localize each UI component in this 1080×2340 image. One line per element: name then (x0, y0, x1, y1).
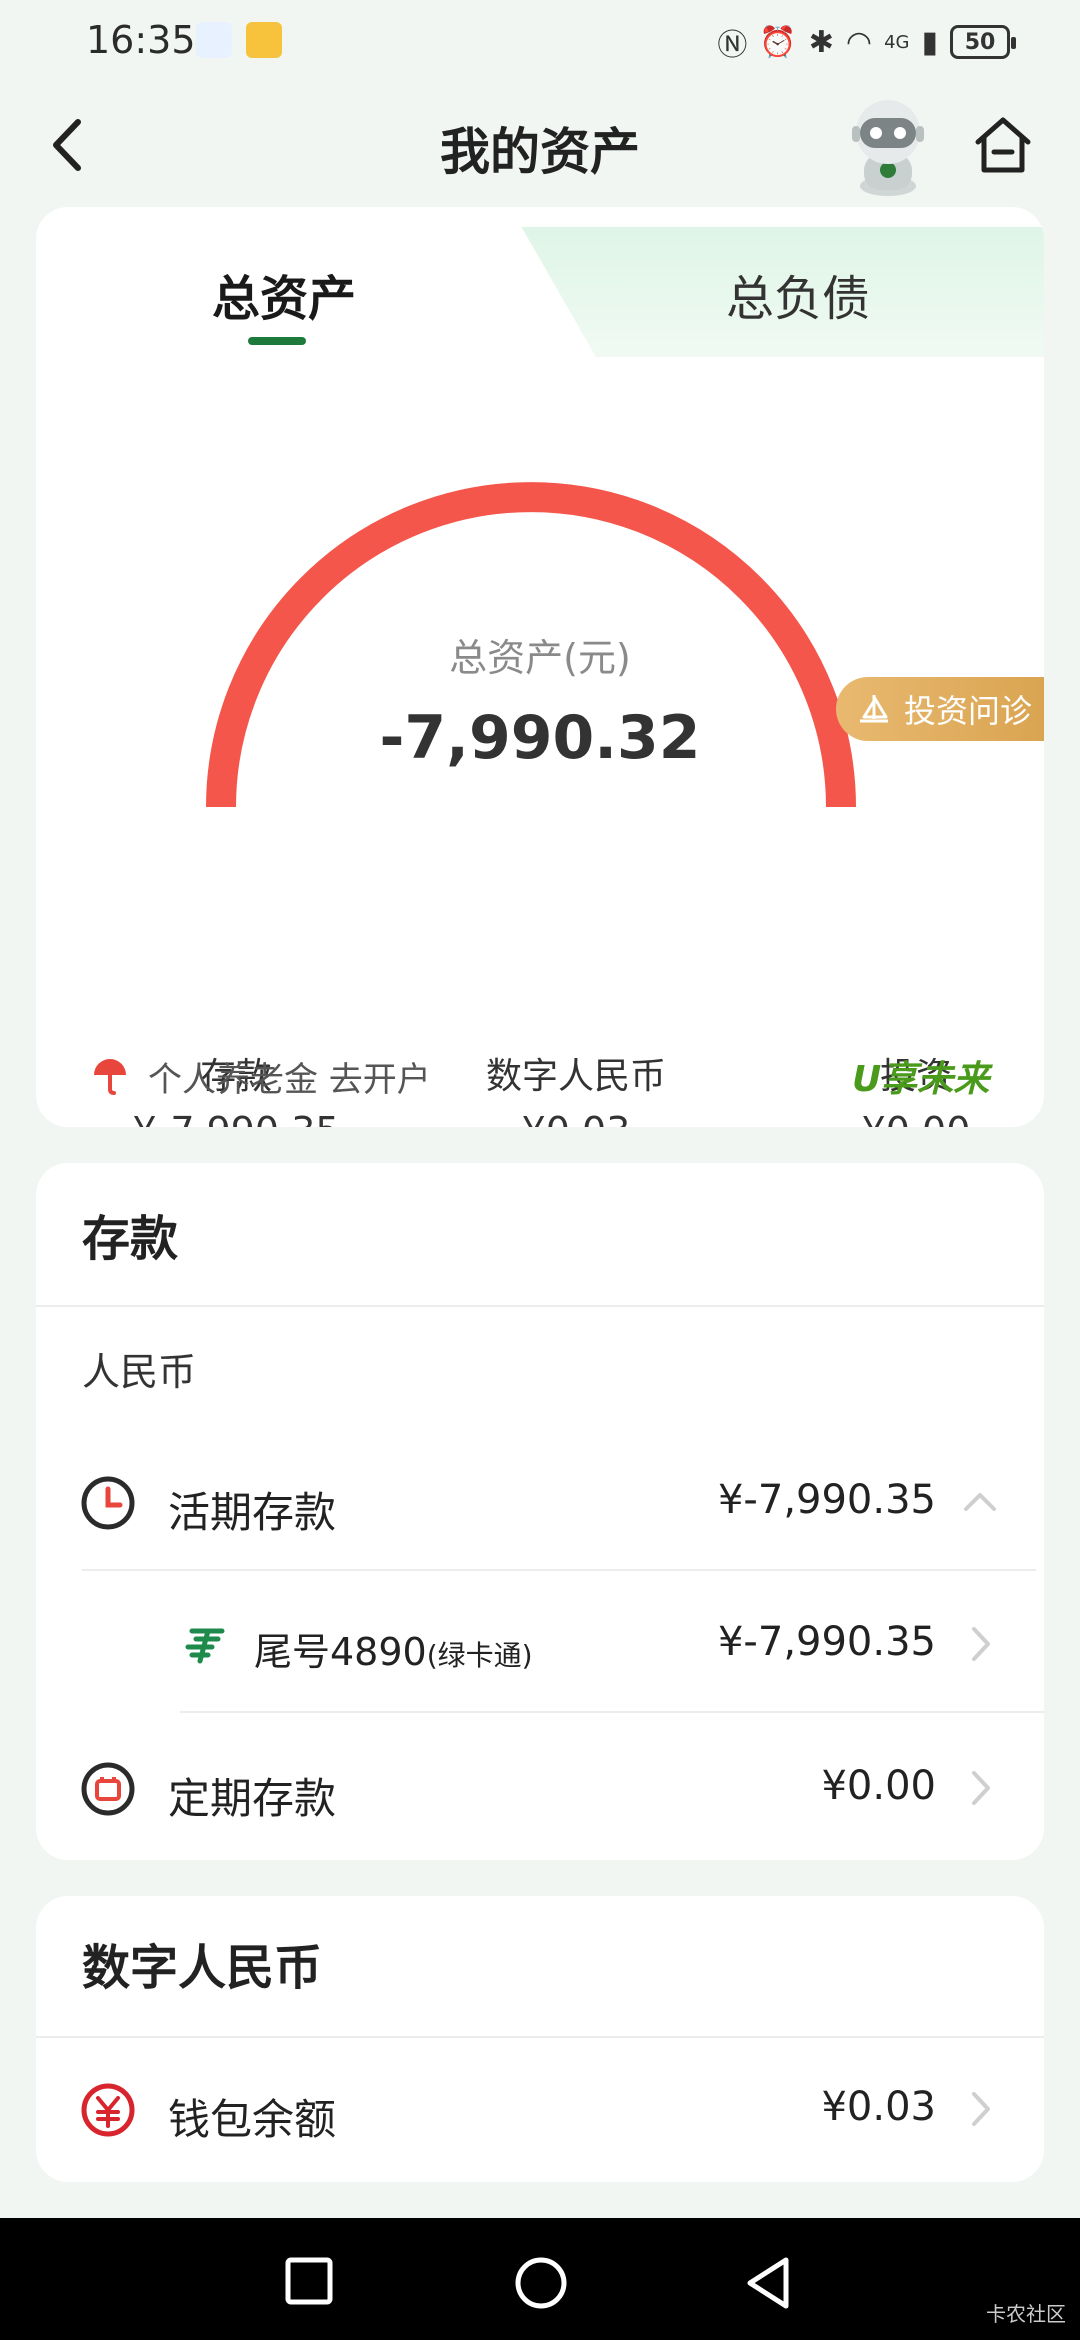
wallet-balance-amount: ¥0.03 (821, 2084, 936, 2130)
bluetooth-icon: ✱ (808, 24, 834, 60)
weibo-icon (246, 22, 282, 58)
divider (180, 1711, 1044, 1713)
pension-banner[interactable]: 个人养老金 去开户 (92, 1052, 431, 1101)
nfc-icon: Ⓝ (717, 28, 748, 63)
watermark: 卡农社区 (986, 2302, 1066, 2326)
pension-text: 个人养老金 去开户 (148, 1060, 431, 1100)
top-bar: 我的资产 (0, 90, 1080, 200)
home-nav-icon[interactable] (514, 2256, 568, 2310)
divider (82, 1569, 1036, 1571)
status-time: 16:35 (86, 18, 196, 62)
fixed-deposit-amount: ¥0.00 (821, 1763, 936, 1809)
breakdown-amount: ¥0.00 (766, 1109, 1044, 1127)
wallet-balance-row[interactable]: 钱包余额 ¥0.03 (36, 2058, 1044, 2158)
umbrella-icon (94, 1058, 126, 1095)
chevron-right-icon[interactable] (962, 2086, 998, 2132)
account-note: (绿卡通) (426, 1639, 533, 1672)
section-title-digital-rmb: 数字人民币 (82, 1940, 323, 1996)
account-row[interactable]: 尾号4890(绿卡通) ¥-7,990.35 (36, 1593, 1044, 1693)
notification-icons (196, 22, 282, 58)
currency-label: 人民币 (82, 1350, 197, 1394)
section-title-deposit: 存款 (82, 1211, 179, 1267)
gauge-label: 总资产(元) (449, 636, 631, 680)
invest-consult-label: 投资问诊 (904, 692, 1033, 730)
app-notification-icon (196, 22, 232, 58)
fixed-deposit-icon (81, 1762, 135, 1816)
demand-deposit-amount: ¥-7,990.35 (717, 1477, 936, 1523)
assistant-robot-icon[interactable] (842, 94, 934, 198)
signal-label: 4G (884, 31, 910, 53)
chevron-right-icon[interactable] (962, 1765, 998, 1811)
invest-consult-button[interactable]: 投资问诊 (836, 677, 1044, 741)
sailboat-icon (860, 695, 888, 723)
wallet-balance-label: 钱包余额 (168, 2095, 337, 2144)
divider (36, 1305, 1044, 1307)
wifi-icon: ◠ (845, 24, 873, 60)
postal-bank-logo-icon (185, 1628, 225, 1664)
breakdown-digital-rmb[interactable]: 数字人民币 ¥0.03 (426, 1047, 726, 1127)
yuan-coin-icon (81, 2083, 135, 2137)
breakdown-amount: ¥0.03 (426, 1109, 726, 1127)
deposit-card: 存款 人民币 活期存款 ¥-7,990.35 尾号4890(绿卡通) ¥-7,9… (36, 1163, 1044, 1860)
chevron-up-icon[interactable] (962, 1479, 998, 1525)
alarm-icon: ⏰ (759, 24, 797, 60)
back-nav-icon[interactable] (744, 2256, 794, 2310)
account-amount: ¥-7,990.35 (717, 1619, 936, 1665)
demand-deposit-label: 活期存款 (168, 1488, 337, 1537)
home-icon[interactable] (970, 112, 1036, 178)
signal-icon: ▮ (921, 24, 938, 60)
digital-rmb-card: 数字人民币 钱包余额 ¥0.03 (36, 1896, 1044, 2182)
u-future-logo: U享未来 (852, 1059, 990, 1100)
status-right: Ⓝ ⏰ ✱ ◠ 4G ▮ 50 (717, 20, 1016, 64)
clock-icon (81, 1476, 135, 1530)
tab-total-liabilities[interactable]: 总负债 (726, 259, 870, 329)
breakdown-name: 数字人民币 (485, 1056, 666, 1097)
recent-apps-icon[interactable] (284, 2256, 334, 2306)
account-label: 尾号4890(绿卡通) (254, 1621, 533, 1676)
account-tail: 尾号4890 (254, 1630, 427, 1674)
status-bar: 16:35 Ⓝ ⏰ ✱ ◠ 4G ▮ 50 (0, 0, 1080, 80)
tab-total-assets[interactable]: 总资产 (212, 259, 356, 329)
battery-icon: 50 (950, 25, 1016, 59)
divider (36, 2036, 1044, 2038)
breakdown-amount: ¥-7,990.35 (86, 1109, 386, 1127)
chevron-right-icon[interactable] (962, 1621, 998, 1667)
tab-active-indicator (248, 337, 306, 345)
fixed-deposit-row[interactable]: 定期存款 ¥0.00 (36, 1737, 1044, 1837)
system-nav-bar: 卡农社区 (0, 2218, 1080, 2340)
asset-summary-card: 总资产 总负债 总资产(元) -7,990.32 投资问诊 存款 ¥-7,990… (36, 207, 1044, 1127)
demand-deposit-row[interactable]: 活期存款 ¥-7,990.35 (36, 1451, 1044, 1551)
battery-level: 50 (964, 29, 996, 55)
fixed-deposit-label: 定期存款 (168, 1774, 337, 1823)
